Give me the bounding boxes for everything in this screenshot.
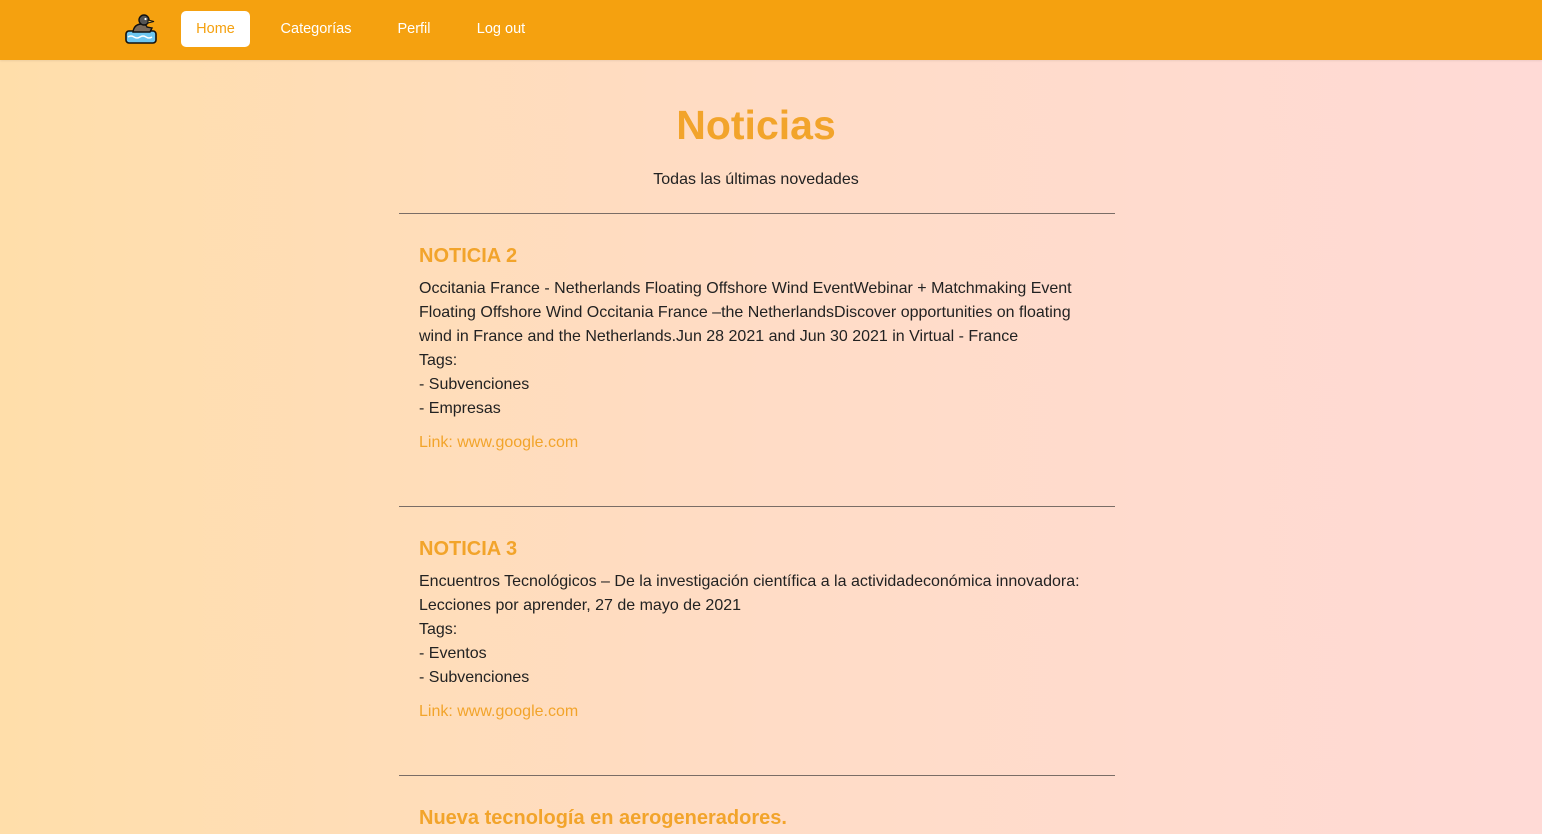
news-description: Encuentros Tecnológicos – De la investig…	[419, 573, 1080, 614]
news-title: NOTICIA 2	[419, 245, 518, 267]
news-link[interactable]: Link: www.google.com	[419, 700, 1099, 724]
news-tags-label: Tags:	[419, 621, 458, 638]
news-tag: - Subvenciones	[419, 376, 530, 393]
nav-perfil[interactable]: Perfil	[386, 11, 442, 47]
page-title: Noticias	[676, 102, 836, 148]
divider	[399, 213, 1115, 214]
news-body: Occitania France - Netherlands Floating …	[419, 277, 1099, 421]
duck-on-water-icon[interactable]	[123, 12, 159, 46]
news-title: Nueva tecnología en aerogeneradores.	[419, 807, 787, 829]
news-item: NOTICIA 3 Encuentros Tecnológicos – De l…	[419, 537, 1099, 724]
news-tag: - Subvenciones	[419, 669, 530, 686]
news-title: NOTICIA 3	[419, 538, 518, 560]
divider	[399, 506, 1115, 507]
news-link[interactable]: Link: www.google.com	[419, 431, 1099, 455]
news-tags-label: Tags:	[419, 352, 458, 369]
nav-categorias[interactable]: Categorías	[271, 11, 361, 47]
divider	[399, 775, 1115, 776]
page-subtitle: Todas las últimas novedades	[653, 171, 859, 188]
news-description: Occitania France - Netherlands Floating …	[419, 280, 1072, 345]
news-item: NOTICIA 2 Occitania France - Netherlands…	[419, 244, 1099, 455]
news-tag: - Empresas	[419, 400, 501, 417]
nav-logout[interactable]: Log out	[466, 11, 536, 47]
nav-home[interactable]: Home	[181, 11, 250, 47]
news-tag: - Eventos	[419, 645, 487, 662]
top-navbar: Home Categorías Perfil Log out	[0, 0, 1542, 60]
news-body: Encuentros Tecnológicos – De la investig…	[419, 570, 1099, 690]
news-item: Nueva tecnología en aerogeneradores.	[419, 806, 1099, 830]
